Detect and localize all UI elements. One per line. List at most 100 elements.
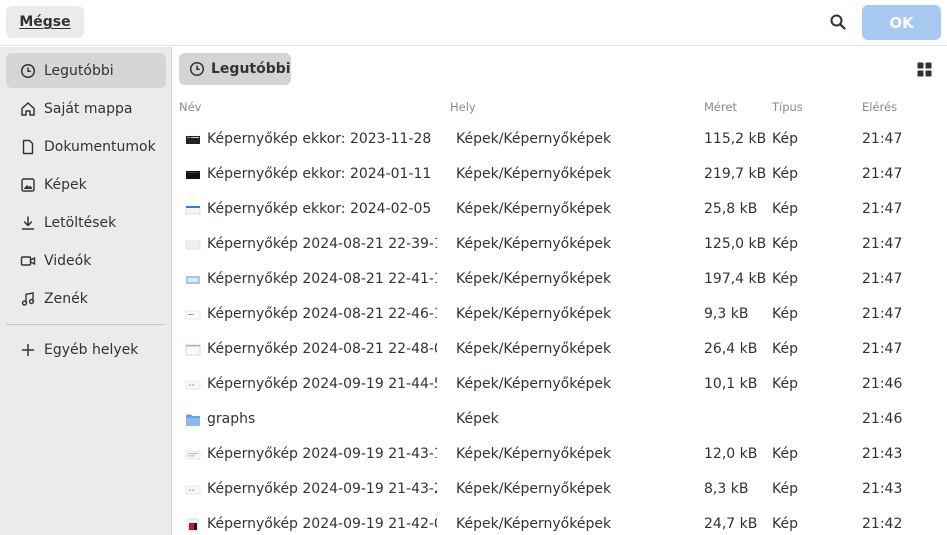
grid-view-icon: [917, 62, 931, 76]
image-icon: [20, 177, 36, 193]
file-type: Kép: [772, 306, 798, 322]
column-header-size[interactable]: Méret: [704, 100, 737, 114]
image-thumbnail-icon: [185, 205, 201, 215]
image-thumbnail-icon: [186, 276, 200, 284]
file-row[interactable]: Képernyőkép ekkor: 2023-11-28 12-09-50 Ké…: [173, 122, 947, 157]
ok-button[interactable]: OK: [862, 5, 941, 40]
file-size: 24,7 kB: [704, 516, 758, 532]
file-size: 26,4 kB: [704, 341, 758, 357]
sidebar-item-label: Letöltések: [44, 214, 117, 231]
search-icon: [830, 14, 846, 30]
file-size: 9,3 kB: [704, 306, 749, 322]
file-type: Kép: [772, 271, 798, 287]
file-size: 12,0 kB: [704, 446, 758, 462]
image-thumbnail-icon: [187, 518, 199, 532]
path-button-recent[interactable]: Legutóbbi: [179, 53, 291, 85]
column-header-name[interactable]: Név: [179, 100, 201, 114]
image-thumbnail-icon: [185, 344, 201, 356]
file-location: Képek/Képernyőképek: [456, 446, 612, 462]
file-name: Képernyőkép 2024-09-19 21-42-04.png: [207, 516, 437, 532]
file-accessed-time: 21:43: [862, 481, 903, 497]
music-icon: [20, 291, 36, 307]
sidebar-item-label: Egyéb helyek: [44, 341, 139, 358]
file-type: Kép: [772, 516, 798, 532]
image-thumbnail-icon: [185, 240, 201, 250]
download-icon: [20, 215, 36, 231]
column-header-accessed[interactable]: Elérés: [862, 100, 897, 114]
file-type: Kép: [772, 201, 798, 217]
file-location: Képek/Képernyőképek: [456, 271, 612, 287]
file-row[interactable]: Képernyőkép 2024-08-21 22-39-11.png Képek…: [173, 227, 947, 262]
file-row[interactable]: Képernyőkép ekkor: 2024-01-11 14-53-17 Ké…: [173, 157, 947, 192]
file-accessed-time: 21:46: [862, 376, 903, 392]
folder-row[interactable]: graphs Képek 21:46: [173, 402, 947, 437]
file-row[interactable]: Képernyőkép 2024-08-21 22-41-13.png Képek…: [173, 262, 947, 297]
file-row[interactable]: Képernyőkép ekkor: 2024-02-05 19-22-08 Ké…: [173, 192, 947, 227]
sidebar-item-music[interactable]: Zenék: [6, 281, 166, 316]
sidebar-item-label: Videók: [44, 252, 92, 269]
file-size: 115,2 kB: [704, 131, 767, 147]
file-location: Képek/Képernyőképek: [456, 306, 612, 322]
sidebar-item-home[interactable]: Saját mappa: [6, 91, 166, 126]
file-type: Kép: [772, 236, 798, 252]
file-accessed-time: 21:42: [862, 516, 903, 532]
file-accessed-time: 21:47: [862, 236, 903, 252]
file-size: 10,1 kB: [704, 376, 758, 392]
file-row[interactable]: Képernyőkép 2024-09-19 21-43-19.png Képek…: [173, 437, 947, 472]
video-icon: [20, 253, 36, 269]
file-size: [704, 402, 770, 437]
image-thumbnail-icon: [185, 380, 201, 390]
file-type: [772, 402, 832, 437]
sidebar-item-other-locations[interactable]: Egyéb helyek: [6, 332, 166, 367]
file-name: Képernyőkép ekkor: 2023-11-28 12-09-50: [207, 131, 437, 147]
cancel-button[interactable]: Mégse: [6, 6, 84, 38]
file-type: Kép: [772, 446, 798, 462]
file-row[interactable]: Képernyőkép 2024-09-19 21-44-55.png Képek…: [173, 367, 947, 402]
file-location: Képek/Képernyőképek: [456, 236, 612, 252]
file-location: Képek/Képernyőképek: [456, 166, 612, 182]
file-row[interactable]: Képernyőkép 2024-09-19 21-42-04.png Képek…: [173, 507, 947, 535]
file-accessed-time: 21:47: [862, 271, 903, 287]
sidebar-item-label: Képek: [44, 176, 87, 193]
clock-icon: [20, 63, 36, 79]
file-name: Képernyőkép 2024-08-21 22-48-06.png: [207, 341, 437, 357]
file-location: Képek/Képernyőképek: [456, 201, 612, 217]
file-name: graphs: [207, 411, 256, 427]
file-accessed-time: 21:43: [862, 446, 903, 462]
file-name: Képernyőkép 2024-09-19 21-43-19.png: [207, 446, 437, 462]
file-type: Kép: [772, 131, 798, 147]
image-thumbnail-icon: [186, 171, 200, 179]
plus-icon: [20, 342, 36, 358]
sidebar-item-recent[interactable]: Legutóbbi: [6, 53, 166, 88]
view-toggle-button[interactable]: [914, 59, 934, 79]
column-header-type[interactable]: Típus: [772, 100, 803, 114]
file-row[interactable]: Képernyőkép 2024-08-21 22-48-06.png Képek…: [173, 332, 947, 367]
file-row[interactable]: Képernyőkép 2024-08-21 22-46-19.png Képek…: [173, 297, 947, 332]
sidebar-item-documents[interactable]: Dokumentumok: [6, 129, 166, 164]
file-accessed-time: 21:46: [862, 411, 903, 427]
file-size: 197,4 kB: [704, 271, 767, 287]
file-row[interactable]: Képernyőkép 2024-09-19 21-43-29.png Képek…: [173, 472, 947, 507]
sidebar-item-videos[interactable]: Videók: [6, 243, 166, 278]
file-accessed-time: 21:47: [862, 131, 903, 147]
column-header-location[interactable]: Hely: [450, 100, 476, 114]
folder-icon: [186, 414, 200, 426]
file-type: Kép: [772, 341, 798, 357]
clock-icon: [189, 61, 205, 77]
file-location: Képek/Képernyőképek: [456, 341, 612, 357]
sidebar-item-downloads[interactable]: Letöltések: [6, 205, 166, 240]
file-size: 219,7 kB: [704, 166, 767, 182]
file-name: Képernyőkép 2024-09-19 21-43-29.png: [207, 481, 437, 497]
file-accessed-time: 21:47: [862, 201, 903, 217]
file-size: 25,8 kB: [704, 201, 758, 217]
sidebar-item-pictures[interactable]: Képek: [6, 167, 166, 202]
image-thumbnail-icon: [185, 450, 201, 460]
sidebar-item-label: Zenék: [44, 290, 88, 307]
image-thumbnail-icon: [185, 485, 201, 495]
file-size: 125,0 kB: [704, 236, 767, 252]
search-button[interactable]: [822, 7, 854, 37]
header-bar: Mégse OK: [0, 0, 947, 46]
file-type: Kép: [772, 166, 798, 182]
image-thumbnail-icon: [186, 136, 200, 144]
document-icon: [20, 139, 36, 155]
